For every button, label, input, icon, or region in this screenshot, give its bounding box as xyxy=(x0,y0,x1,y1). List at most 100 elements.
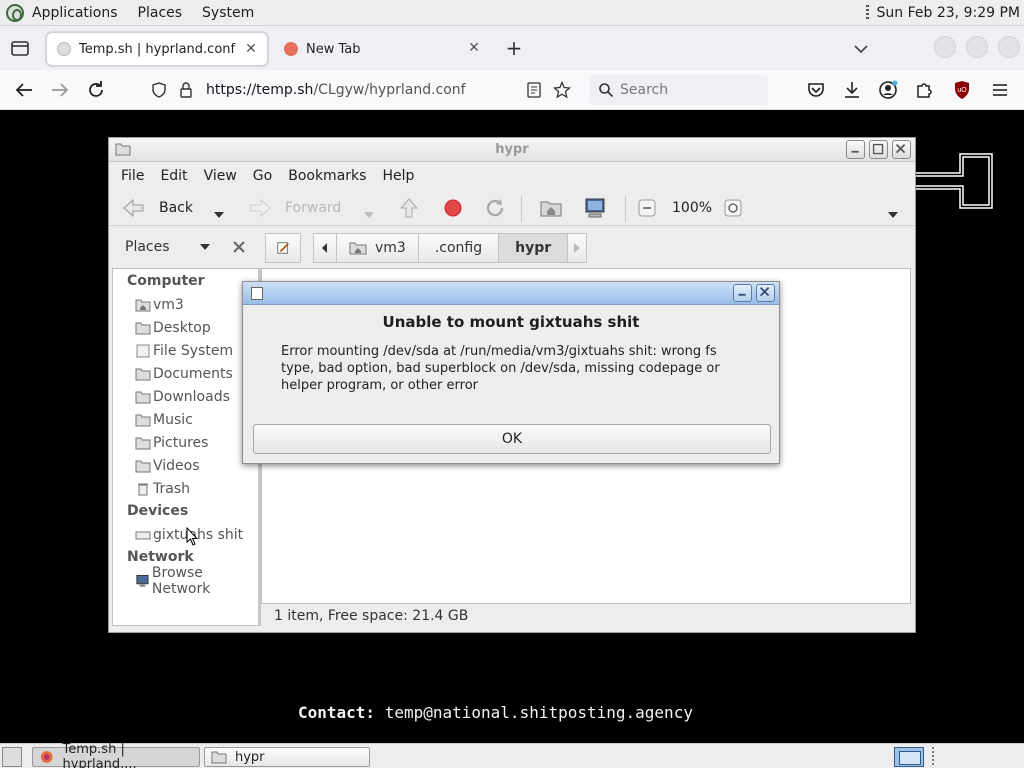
minimize-icon[interactable] xyxy=(934,36,956,58)
contact-label: Contact: xyxy=(298,703,376,722)
window-titlebar[interactable]: hypr xyxy=(109,138,915,162)
bookmark-star-icon[interactable] xyxy=(553,81,571,99)
chevron-down-icon[interactable] xyxy=(850,38,872,60)
dialog-titlebar[interactable] xyxy=(243,282,779,305)
menu-help[interactable]: Help xyxy=(374,168,422,184)
minimize-icon[interactable] xyxy=(733,284,752,302)
minimize-icon[interactable] xyxy=(846,140,865,159)
forward-button[interactable]: Forward xyxy=(247,196,341,220)
clock[interactable]: Sun Feb 23, 9:29 PM xyxy=(865,0,1020,26)
reload-icon[interactable] xyxy=(483,196,507,220)
menu-bar: File Edit View Go Bookmarks Help xyxy=(109,163,915,189)
panel-grip-icon xyxy=(865,5,869,21)
new-tab-plus-icon[interactable]: + xyxy=(503,38,525,60)
search-placeholder: Search xyxy=(620,82,669,98)
menu-edit[interactable]: Edit xyxy=(152,168,195,184)
sidebar-item-documents[interactable]: Documents xyxy=(135,364,233,384)
sidebar-title[interactable]: Places xyxy=(125,239,170,255)
toggle-location-entry-button[interactable] xyxy=(265,233,301,263)
path-segment-config[interactable]: .config xyxy=(417,233,500,263)
forward-label: Forward xyxy=(285,200,342,216)
up-arrow-icon[interactable] xyxy=(397,196,421,220)
places-menu[interactable]: Places xyxy=(128,0,193,26)
sidebar-item-trash[interactable]: Trash xyxy=(135,479,190,499)
sidebar-item-label: Desktop xyxy=(153,320,211,336)
sidebar-item-label: Music xyxy=(153,412,193,428)
zoom-level[interactable]: 100% xyxy=(672,196,712,220)
path-segment-hypr[interactable]: hypr xyxy=(498,233,569,263)
home-folder-icon[interactable] xyxy=(539,196,563,220)
firefox-favicon-icon xyxy=(57,42,71,56)
menu-file[interactable]: File xyxy=(109,168,152,184)
search-input[interactable]: Search xyxy=(590,75,768,105)
maximize-icon[interactable] xyxy=(966,36,988,58)
system-menu[interactable]: System xyxy=(192,0,264,26)
shield-icon[interactable] xyxy=(150,81,168,99)
path-scroll-right-button[interactable] xyxy=(567,233,588,263)
menu-view[interactable]: View xyxy=(196,168,245,184)
sidebar-item-label: vm3 xyxy=(153,297,184,313)
stop-icon[interactable] xyxy=(441,196,465,220)
menu-bookmarks[interactable]: Bookmarks xyxy=(280,168,374,184)
contact-email[interactable]: temp@national.shitposting.agency xyxy=(385,703,693,722)
contact-line: Contact: temp@national.shitposting.agenc… xyxy=(298,703,693,722)
maximize-icon[interactable] xyxy=(869,140,888,159)
sidebar-item-music[interactable]: Music xyxy=(135,410,193,430)
toolbar-overflow-chevron-icon[interactable] xyxy=(887,203,899,227)
applications-menu[interactable]: Applications xyxy=(0,0,128,26)
back-arrow-icon xyxy=(123,198,144,218)
back-button[interactable]: Back xyxy=(121,196,193,220)
taskbar-item-hypr[interactable]: hypr xyxy=(204,747,370,767)
sidebar-item-file-system[interactable]: File System xyxy=(135,341,233,361)
home-folder-icon xyxy=(135,299,151,312)
home-folder-icon xyxy=(349,242,367,255)
computer-icon[interactable] xyxy=(583,196,607,220)
reload-icon[interactable] xyxy=(84,78,108,102)
ok-button[interactable]: OK xyxy=(253,424,771,454)
sidebar-item-pictures[interactable]: Pictures xyxy=(135,433,208,453)
sidebar-item-browse-network[interactable]: Browse Network xyxy=(135,565,258,597)
close-icon[interactable]: ✕ xyxy=(243,41,259,57)
forward-history-chevron-icon[interactable] xyxy=(363,203,375,227)
pocket-icon[interactable] xyxy=(804,78,828,102)
close-icon[interactable] xyxy=(756,284,775,302)
show-desktop-icon[interactable] xyxy=(2,747,22,767)
download-icon[interactable] xyxy=(840,78,864,102)
workspace-switcher[interactable] xyxy=(894,747,924,767)
back-arrow-icon[interactable] xyxy=(12,78,36,102)
reader-view-icon[interactable] xyxy=(526,82,542,98)
close-icon[interactable]: ✕ xyxy=(466,40,482,56)
url-bar[interactable]: https://temp.sh/CLgyw/hyprland.conf xyxy=(140,75,582,105)
taskbar-item-browser[interactable]: Temp.sh | hyprland.... xyxy=(32,742,200,768)
tab-new-tab[interactable]: New Tab ✕ xyxy=(274,32,490,66)
sidebar-type-chevron-icon[interactable] xyxy=(199,242,211,252)
firefox-view-icon[interactable] xyxy=(8,36,32,60)
tab-temp-sh[interactable]: Temp.sh | hyprland.conf ✕ xyxy=(46,32,268,66)
sidebar-item-desktop[interactable]: Desktop xyxy=(135,318,211,338)
path-scroll-left-button[interactable] xyxy=(313,233,337,263)
account-icon[interactable] xyxy=(876,78,900,102)
sidebar-item-downloads[interactable]: Downloads xyxy=(135,387,230,407)
hamburger-menu-icon[interactable] xyxy=(988,78,1012,102)
sidebar-item-vm3[interactable]: vm3 xyxy=(135,295,184,315)
menu-go[interactable]: Go xyxy=(245,168,280,184)
clock-label: Sun Feb 23, 9:29 PM xyxy=(876,5,1020,21)
panel-grip-icon xyxy=(932,747,934,767)
sidebar-item-videos[interactable]: Videos xyxy=(135,456,200,476)
tab-label: Temp.sh | hyprland.conf xyxy=(79,41,236,57)
close-window-icon[interactable] xyxy=(998,36,1020,58)
lock-icon[interactable] xyxy=(178,81,194,99)
sidebar-item-label: Trash xyxy=(153,481,190,497)
forward-arrow-icon[interactable] xyxy=(48,78,72,102)
close-sidebar-icon[interactable] xyxy=(233,241,245,253)
ublock-origin-icon[interactable]: uO xyxy=(950,78,974,102)
toolbar-separator xyxy=(521,196,522,222)
path-segment-vm3[interactable]: vm3 xyxy=(336,233,419,263)
toolbar: Back Forward 100% xyxy=(109,190,915,226)
close-icon[interactable] xyxy=(892,140,911,159)
back-history-chevron-icon[interactable] xyxy=(213,203,225,227)
zoom-normal-icon[interactable] xyxy=(723,196,745,220)
dialog-window-icon xyxy=(251,287,263,300)
zoom-out-icon[interactable] xyxy=(637,196,659,220)
extensions-icon[interactable] xyxy=(912,78,936,102)
